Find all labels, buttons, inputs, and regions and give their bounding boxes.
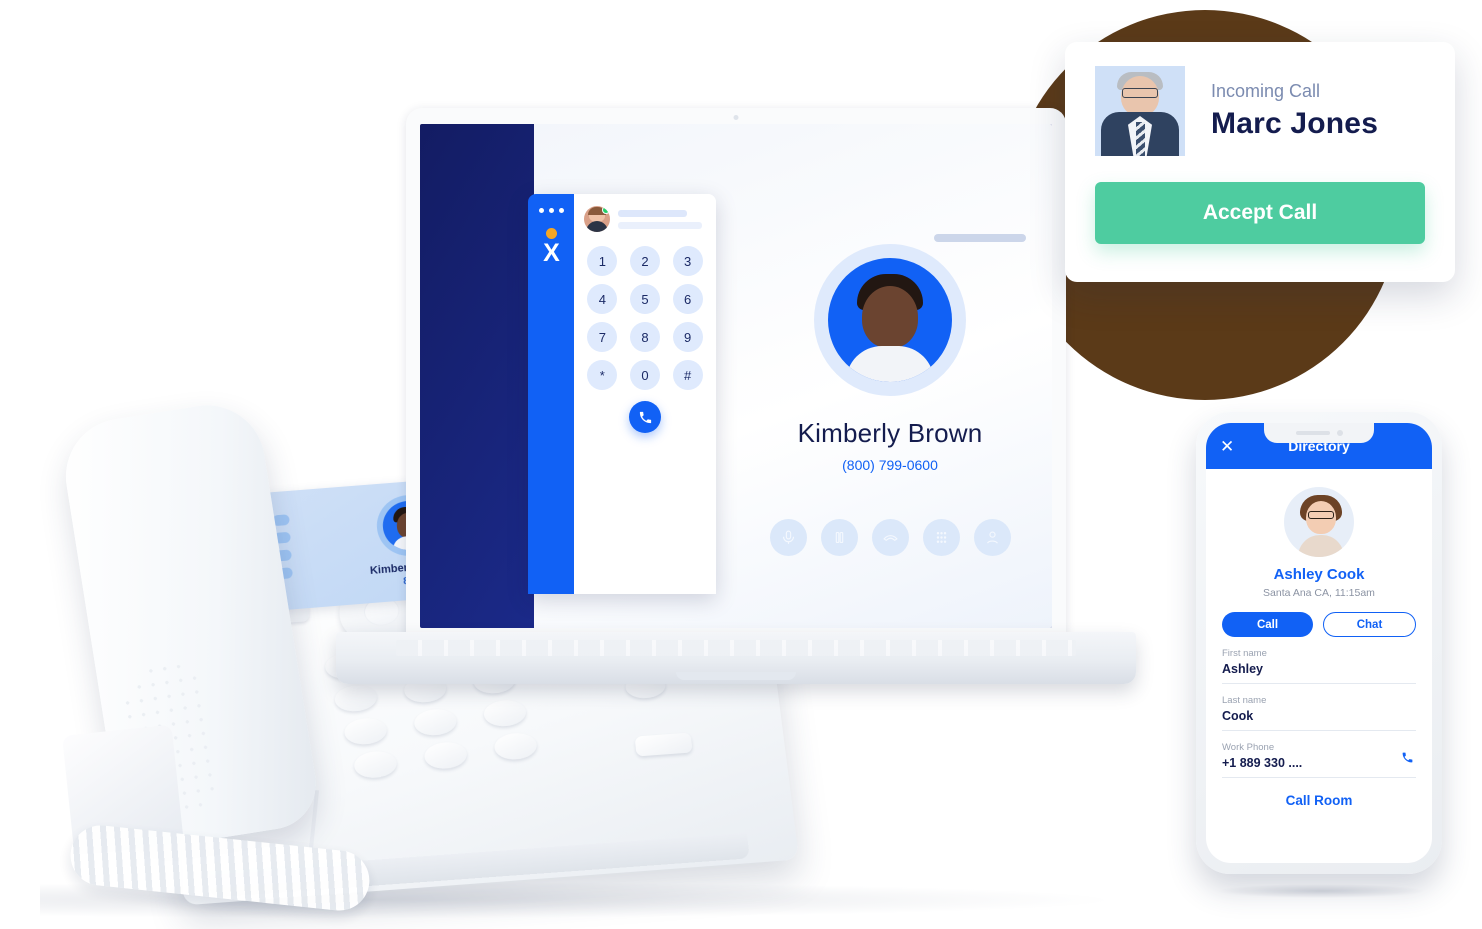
user-placeholder-lines xyxy=(618,209,706,229)
phone-icon xyxy=(639,411,651,423)
dial-key-4[interactable] xyxy=(334,684,378,713)
incoming-call-header: Incoming Call Marc Jones xyxy=(1095,66,1425,156)
phone-icon[interactable] xyxy=(1401,751,1414,769)
speaker-key[interactable] xyxy=(634,732,693,757)
dialpad-key-1[interactable]: 1 xyxy=(587,246,618,276)
x-logo: X xyxy=(528,228,574,266)
laptop-base-notch xyxy=(676,672,796,680)
dial-key-7[interactable] xyxy=(343,716,388,746)
app-main: 1 2 3 4 5 6 7 8 9 * 0 # xyxy=(574,194,716,594)
microphone-icon[interactable] xyxy=(769,519,807,556)
first-name-label: First name xyxy=(1222,648,1267,659)
app-sidebar: X xyxy=(528,194,574,594)
logo-x-glyph: X xyxy=(543,239,560,267)
dial-key-9[interactable] xyxy=(483,698,527,728)
dialpad-key-5[interactable]: 5 xyxy=(629,284,660,314)
dial-key-star[interactable] xyxy=(353,750,398,780)
placeholder-bar xyxy=(934,234,1026,242)
mobile-screen: ✕ Directory Ashley Cook Santa Ana CA, 11… xyxy=(1206,423,1432,863)
laptop-screen: Kimberly Brown (800) 799-0600 X 1 2 3 4 … xyxy=(420,124,1052,628)
avatar xyxy=(1284,487,1354,557)
active-call-panel: Kimberly Brown (800) 799-0600 xyxy=(736,194,1044,620)
incoming-call-label: Incoming Call xyxy=(1211,81,1321,101)
mobile-phone: ✕ Directory Ashley Cook Santa Ana CA, 11… xyxy=(1196,412,1442,874)
call-room-button[interactable]: Call Room xyxy=(1222,793,1416,808)
pause-icon[interactable] xyxy=(820,519,858,556)
dialpad-key-4[interactable]: 4 xyxy=(587,284,618,314)
call-button[interactable]: Call xyxy=(1222,612,1313,637)
last-name-value: Cook xyxy=(1222,709,1254,723)
dialpad-key-7[interactable]: 7 xyxy=(587,322,618,352)
avatar xyxy=(584,206,610,232)
dialpad-key-hash[interactable]: # xyxy=(672,360,703,390)
first-name-field[interactable]: First name Ashley xyxy=(1222,637,1416,684)
active-call-phone-number: (800) 799-0600 xyxy=(842,457,938,473)
dialpad-key-8[interactable]: 8 xyxy=(629,322,660,352)
incoming-caller-name: Marc Jones xyxy=(1211,107,1379,140)
app-user-row[interactable] xyxy=(584,206,706,232)
dialpad: 1 2 3 4 5 6 7 8 9 * 0 # xyxy=(584,246,706,390)
mobile-shadow xyxy=(1216,884,1426,898)
dialpad-key-0[interactable]: 0 xyxy=(629,360,660,390)
dialpad-key-3[interactable]: 3 xyxy=(672,246,703,276)
contact-location: Santa Ana CA, 11:15am xyxy=(1263,587,1375,599)
dialpad-key-2[interactable]: 2 xyxy=(629,246,660,276)
incoming-call-card: Incoming Call Marc Jones Accept Call xyxy=(1065,42,1455,282)
glasses-icon xyxy=(1308,511,1334,519)
contact-actions: Call Chat xyxy=(1222,612,1416,637)
dial-call-button[interactable] xyxy=(629,401,661,433)
softphone-app-window: X 1 2 3 4 5 6 7 8 9 * 0 # xyxy=(528,194,716,594)
incoming-call-text: Incoming Call Marc Jones xyxy=(1211,81,1378,141)
hero-composition: Kimberly Brown 8:34 xyxy=(0,0,1482,929)
last-name-field[interactable]: Last name Cook xyxy=(1222,684,1416,731)
dialpad-key-9[interactable]: 9 xyxy=(672,322,703,352)
keypad-icon[interactable] xyxy=(922,519,960,556)
close-icon[interactable]: ✕ xyxy=(1220,438,1234,455)
dial-key-0[interactable] xyxy=(423,740,468,770)
caller-photo xyxy=(1095,66,1185,156)
dial-key-hash[interactable] xyxy=(493,731,538,761)
work-phone-field[interactable]: Work Phone +1 889 330 .... xyxy=(1222,731,1416,778)
laptop-base xyxy=(336,632,1136,684)
earpiece-speaker-icon xyxy=(1295,431,1330,435)
first-name-value: Ashley xyxy=(1222,662,1263,676)
contact-name: Ashley Cook xyxy=(1273,566,1365,583)
window-dots[interactable] xyxy=(539,208,564,213)
chat-button[interactable]: Chat xyxy=(1323,612,1416,637)
front-camera-icon xyxy=(1336,430,1343,436)
dial-key-8[interactable] xyxy=(413,707,458,737)
active-call-contact-name: Kimberly Brown xyxy=(797,418,983,448)
active-call-avatar-ring xyxy=(814,244,966,396)
last-name-label: Last name xyxy=(1222,695,1267,706)
laptop-lid: Kimberly Brown (800) 799-0600 X 1 2 3 4 … xyxy=(406,108,1066,638)
accept-call-button[interactable]: Accept Call xyxy=(1095,182,1425,244)
laptop: Kimberly Brown (800) 799-0600 X 1 2 3 4 … xyxy=(336,108,1136,684)
mobile-content: Ashley Cook Santa Ana CA, 11:15am Call C… xyxy=(1206,469,1432,808)
laptop-camera-icon xyxy=(733,115,739,120)
mobile-notch xyxy=(1264,423,1374,443)
work-phone-value: +1 889 330 .... xyxy=(1222,756,1303,770)
call-controls xyxy=(769,519,1011,556)
glasses-icon xyxy=(1122,88,1158,98)
person-icon[interactable] xyxy=(973,519,1011,556)
hangup-icon[interactable] xyxy=(871,519,909,556)
online-status-dot xyxy=(602,206,610,214)
laptop-keyboard[interactable] xyxy=(396,640,1076,656)
active-call-avatar xyxy=(828,258,952,382)
work-phone-label: Work Phone xyxy=(1222,742,1275,753)
dialpad-key-6[interactable]: 6 xyxy=(672,284,703,314)
logo-dot-icon xyxy=(545,228,557,239)
dialpad-key-star[interactable]: * xyxy=(587,360,618,390)
